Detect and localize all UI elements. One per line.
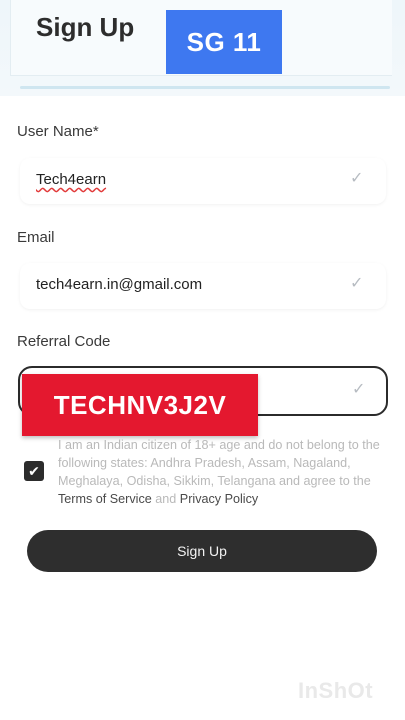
consent-statement: I am an Indian citizen of 18+ age and do… [58,438,380,488]
username-value: Tech4earn [36,171,107,188]
sg-badge: SG 11 [166,10,282,74]
page-title: Sign Up [36,12,135,42]
username-field[interactable]: Tech4earn ✓ [20,158,386,204]
referral-code-value: TECHNV3J2V [22,374,258,436]
email-label: Email [17,229,55,246]
signup-button[interactable]: Sign Up [27,530,377,572]
email-field[interactable]: tech4earn.in@gmail.com ✓ [20,263,386,309]
signup-screen: Sign Up SG 11 User Name* Tech4earn ✓ Ema… [0,0,405,720]
checkbox-checked-icon: ✔ [28,463,40,479]
terms-link[interactable]: Terms of Service [58,492,152,506]
header-divider [20,86,390,89]
consent-checkbox[interactable]: ✔ [24,461,44,481]
referral-label: Referral Code [17,333,111,350]
username-label: User Name* [17,123,99,140]
check-icon: ✓ [350,275,364,292]
check-icon: ✓ [352,381,366,398]
check-icon: ✓ [350,170,364,187]
watermark-logo: InShOt [298,678,374,703]
email-value: tech4earn.in@gmail.com [36,276,203,293]
consent-text: I am an Indian citizen of 18+ age and do… [58,436,384,508]
privacy-link[interactable]: Privacy Policy [180,492,258,506]
consent-and: and [155,492,177,506]
